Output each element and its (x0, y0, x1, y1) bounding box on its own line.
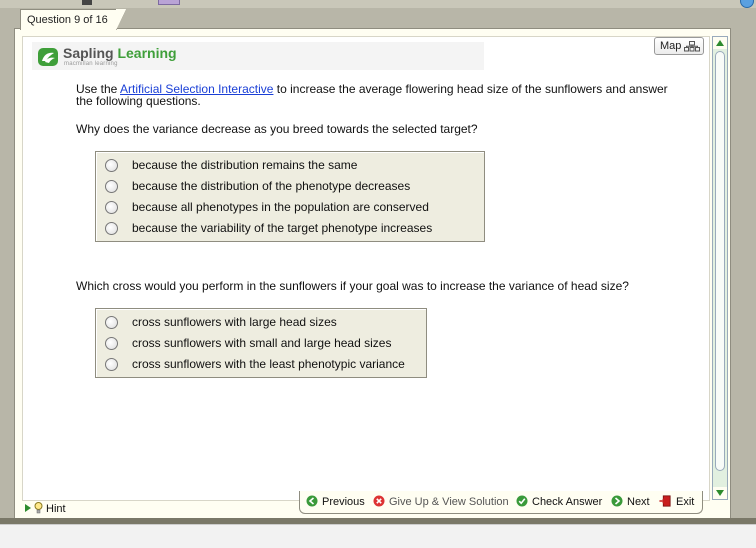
option-label: because all phenotypes in the population… (132, 200, 429, 214)
brand-name: Sapling Learning (63, 45, 177, 61)
radio-button[interactable] (105, 159, 118, 172)
radio-button[interactable] (105, 201, 118, 214)
question-2-text: Which cross would you perform in the sun… (76, 279, 629, 293)
question-1-option[interactable]: because the distribution remains the sam… (96, 156, 484, 176)
browser-toolbar-strip (0, 0, 756, 8)
vertical-scrollbar[interactable] (712, 36, 728, 500)
question-2-options: cross sunflowers with large head sizes c… (95, 308, 427, 378)
radio-button[interactable] (105, 180, 118, 193)
question-1-text: Why does the variance decrease as you br… (76, 122, 478, 136)
toolbar-icon[interactable] (82, 0, 92, 5)
scroll-up-arrow-icon[interactable] (713, 37, 727, 49)
option-label: because the variability of the target ph… (132, 221, 433, 235)
option-label: cross sunflowers with large head sizes (132, 315, 337, 329)
lightbulb-icon (34, 502, 43, 514)
option-label: cross sunflowers with the least phenotyp… (132, 357, 405, 371)
exit-button[interactable]: Exit (676, 496, 694, 508)
previous-button[interactable]: Previous (322, 496, 365, 508)
option-label: cross sunflowers with small and large he… (132, 336, 392, 350)
sitemap-icon (684, 41, 700, 52)
check-icon (516, 495, 528, 507)
question-1-option[interactable]: because the variability of the target ph… (96, 219, 484, 239)
intro-text: Use the Artificial Selection Interactive… (76, 83, 686, 107)
exit-icon (659, 495, 671, 507)
page-footer (0, 524, 756, 548)
option-label: because the distribution remains the sam… (132, 158, 358, 172)
toolbar-tab-icon[interactable] (158, 0, 180, 5)
brand-name-part1: Sapling (63, 45, 118, 61)
question-2-option[interactable]: cross sunflowers with the least phenotyp… (96, 355, 426, 375)
radio-button[interactable] (105, 222, 118, 235)
give-up-icon (373, 495, 385, 507)
question-2-option[interactable]: cross sunflowers with large head sizes (96, 313, 426, 333)
give-up-button[interactable]: Give Up & View Solution (389, 496, 509, 508)
scroll-thumb[interactable] (715, 51, 725, 471)
hint-label: Hint (46, 503, 66, 515)
question-1-option[interactable]: because all phenotypes in the population… (96, 198, 484, 218)
expand-arrow-icon (25, 504, 31, 512)
brand-name-part2: Learning (117, 45, 177, 61)
question-1-option[interactable]: because the distribution of the phenotyp… (96, 177, 484, 197)
map-button[interactable]: Map (654, 37, 704, 55)
radio-button[interactable] (105, 316, 118, 329)
next-arrow-icon (611, 495, 623, 507)
question-nav-bar: Previous Give Up & View Solution Check A… (299, 491, 703, 514)
brand-tagline: macmillan learning (64, 61, 118, 67)
question-2-option[interactable]: cross sunflowers with small and large he… (96, 334, 426, 354)
globe-icon[interactable] (740, 0, 754, 8)
scroll-down-arrow-icon[interactable] (713, 487, 727, 499)
map-button-label: Map (660, 40, 682, 52)
option-label: because the distribution of the phenotyp… (132, 179, 411, 193)
radio-button[interactable] (105, 337, 118, 350)
question-tab[interactable]: Question 9 of 16 (20, 9, 126, 30)
question-1-options: because the distribution remains the sam… (95, 151, 485, 242)
radio-button[interactable] (105, 358, 118, 371)
previous-arrow-icon (306, 495, 318, 507)
check-answer-button[interactable]: Check Answer (532, 496, 602, 508)
hint-toggle[interactable]: Hint (25, 502, 66, 515)
sapling-logo-icon (38, 48, 58, 66)
next-button[interactable]: Next (627, 496, 650, 508)
